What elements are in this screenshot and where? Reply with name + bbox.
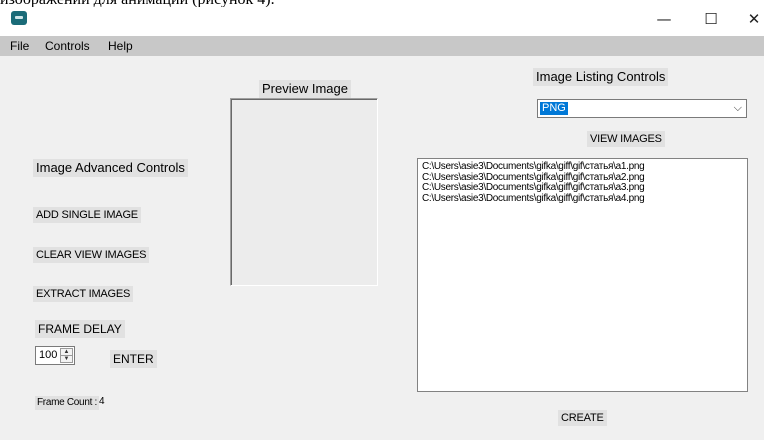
menu-help[interactable]: Help — [108, 39, 133, 53]
frame-delay-stepper[interactable]: 100 ▲ ▼ — [35, 346, 75, 365]
stepper-buttons[interactable]: ▲ ▼ — [60, 348, 73, 363]
format-select-value: PNG — [540, 102, 568, 115]
list-item[interactable]: C:\Users\asie3\Documents\gifka\giff\gif\… — [422, 161, 745, 173]
frame-delay-label: FRAME DELAY — [35, 320, 125, 338]
preview-image-box — [230, 98, 378, 286]
list-item[interactable]: C:\Users\asie3\Documents\gifka\giff\gif\… — [422, 182, 745, 194]
format-select[interactable]: PNG ⌵ — [537, 99, 747, 118]
enter-button[interactable]: ENTER — [110, 350, 157, 368]
clear-view-images-button[interactable]: CLEAR VIEW IMAGES — [33, 247, 150, 263]
stepper-down-icon[interactable]: ▼ — [61, 356, 72, 362]
list-item[interactable]: C:\Users\asie3\Documents\gifka\giff\gif\… — [422, 193, 745, 205]
preview-image-label: Preview Image — [259, 80, 351, 98]
advanced-controls-label: Image Advanced Controls — [33, 159, 188, 177]
app-gif-icon — [11, 11, 27, 25]
menu-file[interactable]: File — [10, 39, 29, 53]
menu-controls[interactable]: Controls — [45, 39, 90, 53]
view-images-button[interactable]: VIEW IMAGES — [587, 131, 665, 147]
frame-count-label: Frame Count : — [35, 396, 100, 410]
add-single-image-button[interactable]: ADD SINGLE IMAGE — [33, 207, 141, 223]
frame-count-value: 4 — [99, 396, 105, 407]
extract-images-button[interactable]: EXTRACT IMAGES — [33, 286, 134, 302]
chevron-down-icon[interactable]: ⌵ — [734, 102, 742, 115]
image-listing-label: Image Listing Controls — [533, 68, 669, 86]
stepper-up-icon[interactable]: ▲ — [61, 349, 72, 356]
minimize-button[interactable]: — — [644, 7, 684, 31]
frame-delay-value[interactable]: 100 — [39, 349, 57, 362]
maximize-button[interactable]: ☐ — [691, 7, 731, 31]
close-button[interactable]: ✕ — [734, 7, 764, 31]
create-button[interactable]: CREATE — [558, 410, 607, 426]
image-file-list[interactable]: C:\Users\asie3\Documents\gifka\giff\gif\… — [417, 158, 748, 392]
